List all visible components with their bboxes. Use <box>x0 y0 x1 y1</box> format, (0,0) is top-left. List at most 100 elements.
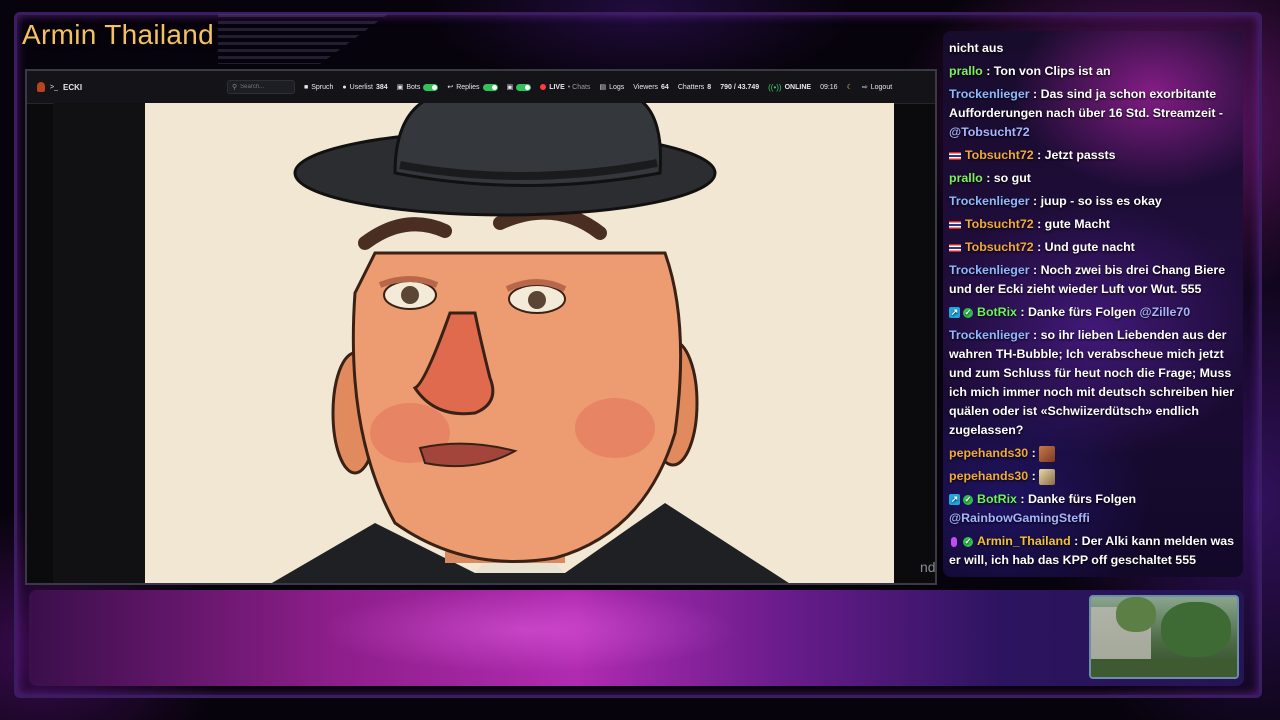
chat-message: ✓ Armin_Thailand : Der Alki kann melden w… <box>949 534 1235 567</box>
chat-username[interactable]: prallo <box>949 64 983 78</box>
chat-username[interactable]: BotRix <box>977 492 1017 506</box>
robot-icon: ▣ <box>396 84 404 91</box>
chat-message: nicht aus <box>949 39 1239 58</box>
chat-message-text: Ton von Clips ist an <box>993 64 1111 78</box>
chat-emote-icon <box>1039 468 1056 485</box>
chat-message-text: juup - so iss es okay <box>1040 194 1162 208</box>
chat-message: Tobsucht72 : Jetzt passts <box>949 146 1239 165</box>
live-chats-button[interactable]: LIVE • Chats <box>540 84 590 91</box>
clock: 09:16 <box>820 84 838 91</box>
user-icon: ● <box>342 83 347 91</box>
chat-mention[interactable]: @Tobsucht72 <box>949 125 1030 139</box>
bots-toggle[interactable]: ▣ Bots <box>397 83 439 91</box>
bottom-banner <box>29 590 1244 686</box>
chat-message: prallo : so gut <box>949 171 1031 185</box>
bot-badge-icon: ↗ <box>949 494 960 506</box>
chat-username[interactable]: pepehands30 <box>949 446 1028 460</box>
chat-username[interactable]: Trockenlieger <box>949 87 1030 101</box>
bots-label: Bots <box>406 83 421 91</box>
chat-message-text: Jetzt passts <box>1044 148 1116 162</box>
chat-message: ↗ ✓ BotRix : Danke fürs Folgen @Zille70 <box>949 305 1191 319</box>
brand[interactable]: >_ ECKI <box>37 82 227 92</box>
logs-button[interactable]: ▤ Logs <box>599 83 625 92</box>
chat-username[interactable]: Tobsucht72 <box>965 240 1034 254</box>
bots-switch[interactable] <box>423 83 439 91</box>
theme-toggle[interactable]: ☾ <box>847 83 853 91</box>
video-portrait-image <box>145 103 894 583</box>
chat-message-list: nicht aus prallo : Ton von Clips ist an Tr… <box>949 39 1239 574</box>
replies-switch[interactable] <box>482 83 498 91</box>
chat-bubble-icon: ■ <box>304 83 309 91</box>
replies-toggle[interactable]: ↩ Replies <box>447 83 498 91</box>
thai-flag-icon <box>949 220 961 229</box>
verified-check-icon: ✓ <box>963 307 973 318</box>
chat-username[interactable]: BotRix <box>977 305 1017 319</box>
chat-message: Trockenlieger : Noch zwei bis drei Chang… <box>949 263 1226 296</box>
chat-username[interactable]: Trockenlieger <box>949 194 1030 208</box>
chat-username[interactable]: prallo <box>949 171 983 185</box>
chat-message: Trockenlieger : so ihr lieben Liebenden … <box>949 328 1235 437</box>
search-input[interactable] <box>240 84 291 90</box>
chat-username[interactable]: pepehands30 <box>949 469 1028 483</box>
live-sub-label: • Chats <box>567 83 591 91</box>
chat-username[interactable]: Tobsucht72 <box>965 148 1034 162</box>
chat-message: Tobsucht72 : Und gute nacht <box>949 238 1239 257</box>
chat-message-text: so gut <box>993 171 1031 185</box>
chat-message-text: Danke fürs Folgen <box>1027 305 1140 319</box>
replies-label: Replies <box>456 83 480 91</box>
chatters-label: Chatters <box>677 83 705 91</box>
reply-icon: ↩ <box>447 84 454 91</box>
live-label: LIVE <box>549 83 565 91</box>
clock-time: 09:16 <box>820 83 838 91</box>
chat-message: Trockenlieger : juup - so iss es okay <box>949 194 1162 208</box>
video-area <box>53 103 894 583</box>
search-box[interactable]: ⚲ <box>227 80 295 94</box>
moon-icon: ☾ <box>846 84 853 91</box>
online-label: ONLINE <box>784 83 812 91</box>
bot-icon: ▣ <box>506 84 514 91</box>
chat-username[interactable]: Trockenlieger <box>949 328 1030 342</box>
userlist-label: Userlist <box>349 83 373 91</box>
bot-badge-icon: ↗ <box>949 307 960 319</box>
dashboard-toolbar: >_ ECKI ⚲ ■ Spruch ● Userlist 384 ▣ Bots… <box>27 71 935 104</box>
chat-username[interactable]: Armin_Thailand <box>977 534 1071 548</box>
video-caption: nd <box>920 559 936 575</box>
chat-mention[interactable]: @Zille70 <box>1140 305 1191 319</box>
chat-message-text: nicht aus <box>949 41 1004 55</box>
chat-message: Tobsucht72 : gute Macht <box>949 215 1239 234</box>
verified-check-icon: ✓ <box>963 494 973 505</box>
bot-switch[interactable] <box>516 83 532 91</box>
chat-panel: nicht aus prallo : Ton von Clips ist an Tr… <box>943 31 1243 577</box>
broadcaster-mic-icon <box>951 536 957 547</box>
chat-username[interactable]: Trockenlieger <box>949 263 1030 277</box>
chat-emote-icon <box>1039 445 1056 462</box>
spruch-button[interactable]: ■ Spruch <box>304 84 333 91</box>
signal-icon: ((•)) <box>768 82 782 92</box>
chat-message: prallo : Ton von Clips ist an <box>949 64 1111 78</box>
chat-mention[interactable]: @RainbowGamingSteffi <box>949 511 1090 525</box>
stream-window: >_ ECKI ⚲ ■ Spruch ● Userlist 384 ▣ Bots… <box>25 69 937 585</box>
chatters-stat: Chatters 8 <box>678 84 711 91</box>
spruch-label: Spruch <box>311 83 334 91</box>
userlist-button[interactable]: ● Userlist 384 <box>342 84 387 91</box>
live-dot-icon <box>540 84 547 90</box>
chat-message-text: Und gute nacht <box>1044 240 1135 254</box>
bot-toggle[interactable]: ▣ <box>507 83 532 91</box>
chat-message-text: Danke fürs Folgen <box>1027 492 1137 506</box>
brand-logo-icon <box>37 82 45 92</box>
chat-message: pepehands30 : <box>949 444 1239 463</box>
brand-name: ECKI <box>62 82 83 92</box>
ratio-value: 790 / 43.749 <box>720 83 760 91</box>
thai-flag-icon <box>949 243 961 252</box>
verified-check-icon: ✓ <box>963 536 973 547</box>
logs-label: Logs <box>609 83 625 91</box>
chat-username[interactable]: Tobsucht72 <box>965 217 1034 231</box>
streamer-name: Armin Thailand <box>22 19 214 50</box>
document-icon: ▤ <box>599 84 607 91</box>
webcam-feed <box>1089 595 1239 679</box>
chat-message: ↗ ✓ BotRix : Danke fürs Folgen @RainbowGam… <box>949 492 1137 525</box>
chat-message-text: gute Macht <box>1044 217 1111 231</box>
online-status: ((•)) ONLINE <box>768 83 811 92</box>
logout-label: Logout <box>870 83 893 91</box>
logout-button[interactable]: ⇨ Logout <box>862 83 893 92</box>
